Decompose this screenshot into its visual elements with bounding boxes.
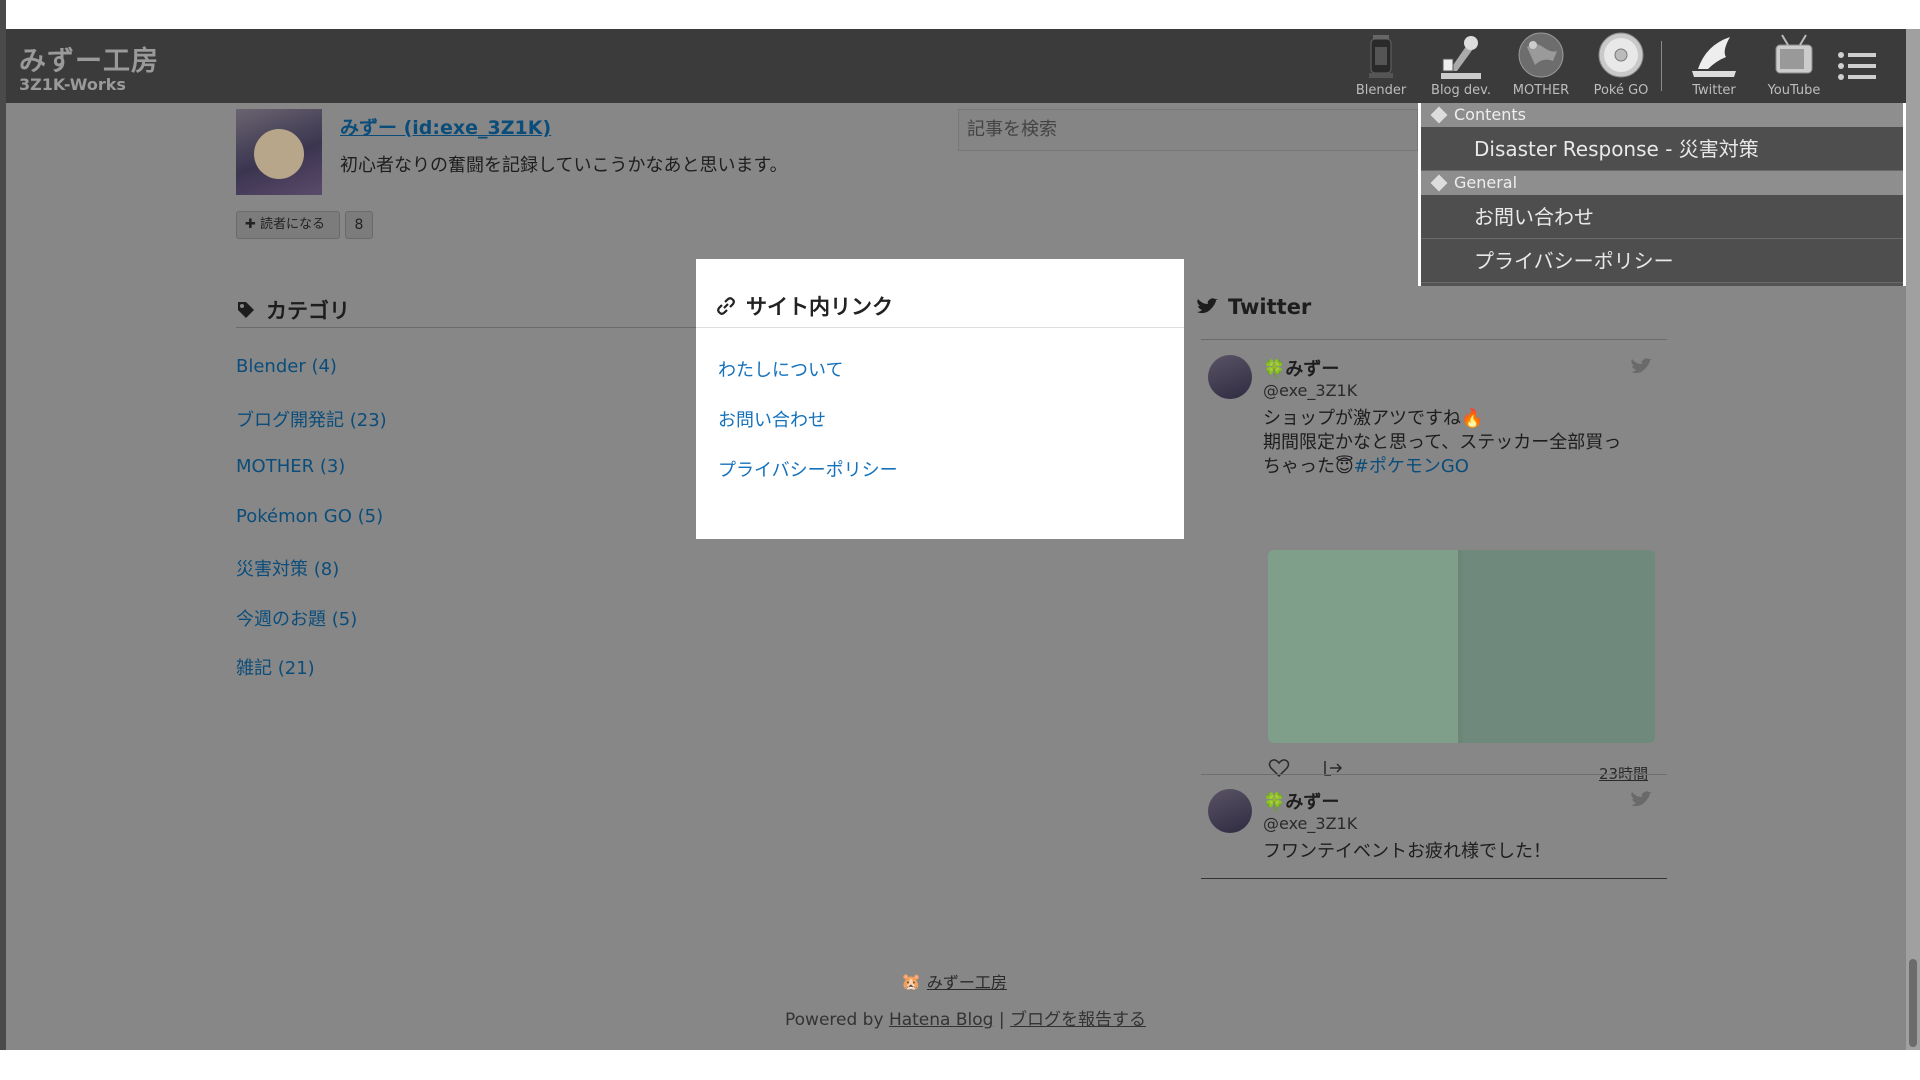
tag-icon [238,302,254,318]
category-link[interactable]: MOTHER (3) [236,456,345,477]
page-overlay: みずー工房 3Z1K-Works Blender Blog dev. MOTHE… [6,29,1906,1050]
footer-powered: Powered by Hatena Blog | ブログを報告する [785,1010,1146,1030]
site-links-modal: サイト内リンク わたしについて お問い合わせ プライバシーポリシー [696,259,1184,539]
site-title[interactable]: みずー工房 [19,39,159,78]
menu-list-icon[interactable] [1836,49,1878,83]
microscope-icon [1441,36,1481,79]
tweet-avatar[interactable] [1208,789,1252,833]
category-heading: カテゴリ [236,295,350,325]
nav-twitter[interactable]: Twitter [1679,31,1749,101]
subscribe-label: 読者になる [260,217,326,232]
category-link[interactable]: 雑記 (21) [236,654,315,680]
window-top-strip [0,6,1920,29]
tweet-divider [1201,774,1667,775]
profile-name-link[interactable]: みずー (id:exe_3Z1K) [340,113,551,140]
nav-poke-go[interactable]: Poké GO [1586,31,1656,101]
window-bottom-strip [0,1050,1920,1080]
tweet-text: フワンテイベントお疲れ様でした！ [1263,841,1551,862]
tweet-hashtag[interactable]: #ポケモンGO [1354,456,1469,477]
site-favicon-icon: 🐹 [901,971,921,991]
avatar[interactable] [236,109,322,195]
nav-blog-dev[interactable]: Blog dev. [1426,31,1496,101]
scrollbar-thumb[interactable] [1909,959,1917,1047]
nav-label: Twitter [1692,83,1736,98]
tweet-handle[interactable]: @exe_3Z1K [1263,814,1357,833]
twitter-title: Twitter [1228,295,1312,319]
category-rule [236,327,696,328]
hatena-blog-link[interactable]: Hatena Blog [889,1010,994,1030]
search-input[interactable]: 記事を検索 [958,109,1418,151]
dropdown-item-privacy[interactable]: プライバシーポリシー [1421,239,1903,283]
twitter-bird-icon[interactable] [1630,791,1652,809]
category-link[interactable]: ブログ開発記 (23) [236,406,387,432]
tweet-avatar[interactable] [1208,355,1252,399]
twitter-heading: Twitter [1196,295,1311,319]
category-link[interactable]: Blender (4) [236,356,337,377]
privacy-link[interactable]: プライバシーポリシー [718,456,898,482]
diamond-icon [1430,106,1448,124]
nav-youtube[interactable]: YouTube [1759,31,1829,101]
tweet-text: ショップが激アツですね🔥 期間限定かなと思って、ステッカー全部買っ ちゃった😇#… [1263,408,1622,477]
dropdown-item-disaster-response[interactable]: Disaster Response - 災害対策 [1421,127,1903,171]
site-header: みずー工房 3Z1K-Works Blender Blog dev. MOTHE… [6,29,1906,103]
footer-site-link[interactable]: 🐹 みずー工房 [901,969,1007,993]
category-link[interactable]: 今週のお題 (5) [236,605,357,631]
tweet-handle[interactable]: @exe_3Z1K [1263,381,1357,400]
share-icon[interactable] [1322,758,1344,778]
dropdown-section-contents: Contents [1421,103,1903,127]
nav-label: Poké GO [1593,83,1649,98]
link-icon [717,297,735,315]
dropdown-item-contact[interactable]: お問い合わせ [1421,195,1903,239]
like-icon[interactable] [1268,758,1290,778]
twitter-bird-icon[interactable] [1630,358,1652,376]
nav-divider [1661,41,1662,91]
subscriber-count: 8 [345,211,373,239]
diamond-icon [1430,174,1448,192]
page-scrollbar[interactable] [1906,29,1920,1050]
tv-icon [1775,34,1813,74]
site-subtitle: 3Z1K-Works [19,75,126,94]
about-link[interactable]: わたしについて [718,356,843,382]
twitter-bird-icon [1197,298,1218,314]
nav-label: YouTube [1767,83,1821,98]
tweet-author[interactable]: 🍀みずー [1263,355,1339,381]
nav-label: MOTHER [1512,83,1570,98]
category-title: カテゴリ [266,299,350,323]
report-blog-link[interactable]: ブログを報告する [1010,1010,1146,1030]
nav-dropdown-menu: Contents Disaster Response - 災害対策 Genera… [1418,103,1906,286]
profile-description: 初心者なりの奮闘を記録していこうかなあと思います。 [340,155,788,176]
tweet-image[interactable] [1268,550,1655,743]
earth-icon [1518,32,1564,78]
pokeball-icon [1598,32,1644,78]
modal-heading: サイト内リンク [716,291,893,321]
modal-title: サイト内リンク [746,295,893,319]
nav-label: Blog dev. [1431,83,1491,98]
dropdown-section-general: General [1421,171,1903,195]
subscribe-button[interactable]: ✚ 読者になる [236,211,340,239]
lantern-icon [1369,35,1393,78]
bird-icon [1692,37,1736,77]
tweet-author[interactable]: 🍀みずー [1263,788,1339,814]
contact-link[interactable]: お問い合わせ [718,406,826,432]
category-link[interactable]: Pokémon GO (5) [236,506,383,527]
nav-label: Blender [1355,83,1407,98]
nav-blender[interactable]: Blender [1346,31,1416,101]
modal-divider [696,327,1184,328]
category-link[interactable]: 災害対策 (8) [236,555,339,581]
nav-mother[interactable]: MOTHER [1506,31,1576,101]
